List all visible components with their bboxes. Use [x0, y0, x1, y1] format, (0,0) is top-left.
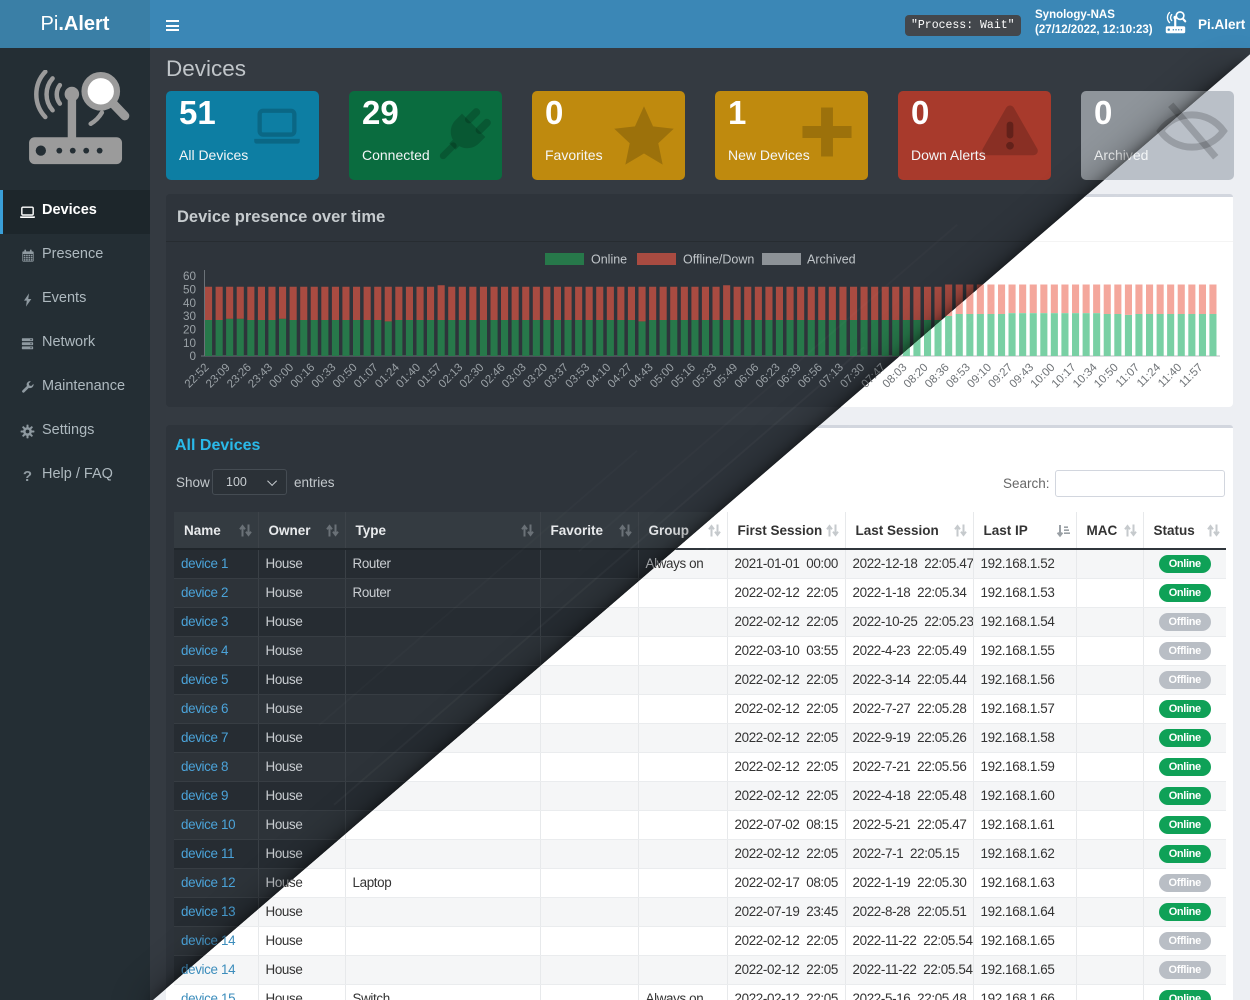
svg-text:04:10: 04:10: [585, 362, 614, 391]
svg-text:07:30: 07:30: [838, 362, 867, 391]
svg-text:01:57: 01:57: [415, 362, 444, 391]
svg-text:03:03: 03:03: [500, 362, 529, 391]
svg-text:0: 0: [189, 350, 196, 363]
svg-text:10:50: 10:50: [1092, 362, 1121, 391]
svg-text:03:37: 03:37: [542, 362, 571, 391]
svg-text:01:40: 01:40: [394, 362, 423, 391]
svg-text:40: 40: [183, 297, 197, 310]
svg-text:03:53: 03:53: [563, 362, 592, 391]
svg-text:00:16: 00:16: [289, 362, 318, 391]
svg-text:11:57: 11:57: [1177, 362, 1205, 390]
svg-text:23:09: 23:09: [204, 362, 233, 391]
svg-text:00:50: 00:50: [331, 362, 360, 391]
svg-text:06:39: 06:39: [775, 362, 804, 391]
svg-text:23:26: 23:26: [225, 362, 254, 391]
svg-text:02:46: 02:46: [479, 362, 508, 391]
svg-text:02:13: 02:13: [437, 362, 466, 391]
svg-text:00:33: 00:33: [310, 362, 339, 391]
svg-text:05:16: 05:16: [669, 362, 698, 391]
svg-text:22:52: 22:52: [183, 362, 212, 391]
svg-text:Archived: Archived: [807, 253, 856, 267]
svg-text:07:13: 07:13: [817, 362, 846, 391]
svg-text:05:00: 05:00: [648, 362, 677, 391]
svg-text:10: 10: [183, 337, 197, 350]
svg-text:60: 60: [183, 270, 197, 283]
svg-text:04:27: 04:27: [606, 362, 635, 391]
svg-text:06:06: 06:06: [733, 362, 762, 391]
svg-text:23:43: 23:43: [246, 362, 275, 391]
svg-text:20: 20: [183, 324, 197, 337]
svg-text:30: 30: [183, 310, 197, 323]
svg-text:01:24: 01:24: [373, 361, 402, 390]
svg-text:Offline/Down: Offline/Down: [683, 253, 754, 267]
svg-text:06:23: 06:23: [754, 362, 783, 391]
svg-text:03:20: 03:20: [521, 362, 550, 391]
svg-text:05:49: 05:49: [711, 362, 740, 391]
svg-text:01:07: 01:07: [352, 362, 381, 391]
svg-text:02:30: 02:30: [458, 362, 487, 391]
svg-text:00:00: 00:00: [267, 362, 296, 391]
svg-text:50: 50: [183, 284, 197, 297]
svg-text:04:43: 04:43: [627, 362, 656, 391]
svg-text:05:33: 05:33: [690, 362, 719, 391]
svg-text:06:56: 06:56: [796, 362, 825, 391]
svg-text:Online: Online: [591, 253, 627, 267]
